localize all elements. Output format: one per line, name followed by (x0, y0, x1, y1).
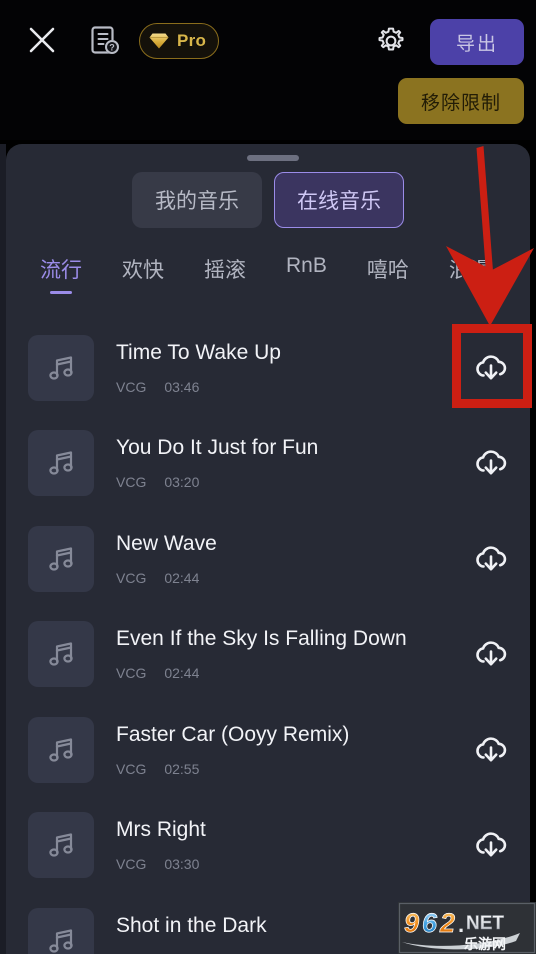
song-info: Mrs Right VCG 03:30 (94, 818, 452, 872)
music-note-icon (28, 812, 94, 879)
song-meta: VCG 02:55 (116, 761, 452, 777)
music-note-icon (28, 716, 94, 783)
cloud-download-icon[interactable] (452, 444, 530, 482)
song-title: New Wave (116, 531, 217, 555)
category-tab-rnb-label: RnB (286, 254, 327, 277)
song-row[interactable]: Mrs Right VCG 03:30 (6, 798, 530, 894)
song-duration: 02:55 (164, 760, 200, 777)
music-note-icon (28, 525, 94, 592)
song-info: Shot in the Dark VCG02:51 (94, 914, 452, 954)
diamond-icon (149, 33, 169, 49)
song-row[interactable]: Faster Car (Ooyy Remix) VCG 02:55 (6, 702, 530, 798)
close-icon[interactable] (26, 24, 58, 56)
song-title: Even If the Sky Is Falling Down (116, 627, 407, 651)
cloud-download-icon[interactable] (452, 349, 530, 387)
song-info: Even If the Sky Is Falling Down VCG 02:44 (94, 627, 452, 681)
song-row[interactable]: Shot in the Dark VCG02:51 (6, 893, 530, 954)
tab-online-music-label: 在线音乐 (297, 190, 381, 213)
cloud-download-icon[interactable] (452, 731, 530, 769)
category-tab-rock-label: 摇滚 (204, 259, 246, 282)
category-tab-rnb[interactable]: RnB (286, 254, 327, 288)
category-tab-group: 流行 欢快 摇滚 RnB 嘻哈 浪漫 伤感 (6, 254, 530, 302)
song-meta: VCG 02:44 (116, 570, 452, 586)
song-info: You Do It Just for Fun VCG 03:20 (94, 436, 452, 490)
music-picker-panel: 我的音乐 在线音乐 流行 欢快 摇滚 RnB 嘻哈 浪漫 Time To Wak… (6, 144, 530, 954)
remove-limit-button-label: 移除限制 (420, 92, 501, 114)
svg-text:?: ? (109, 43, 115, 53)
tab-my-music-label: 我的音乐 (155, 190, 239, 213)
song-artist: VCG (116, 378, 147, 395)
category-tab-rock[interactable]: 摇滚 (204, 254, 246, 294)
export-button-label: 导出 (455, 33, 498, 55)
song-title: Shot in the Dark (116, 913, 267, 937)
tab-online-music[interactable]: 在线音乐 (274, 172, 404, 228)
song-artist: VCG (116, 474, 147, 491)
music-note-icon (28, 621, 94, 688)
export-button[interactable]: 导出 (430, 19, 524, 65)
drag-handle[interactable] (247, 155, 299, 161)
song-meta: VCG 03:30 (116, 856, 452, 872)
song-artist: VCG (116, 856, 147, 873)
song-artist: VCG (116, 760, 147, 777)
song-list[interactable]: Time To Wake Up VCG 03:46 You Do It Just… (6, 320, 530, 954)
song-title: Time To Wake Up (116, 340, 281, 364)
source-tab-group: 我的音乐 在线音乐 (6, 172, 530, 228)
song-row[interactable]: You Do It Just for Fun VCG 03:20 (6, 416, 530, 512)
song-duration: 03:46 (164, 378, 200, 395)
song-artist: VCG (116, 569, 147, 586)
song-duration: 03:30 (164, 856, 200, 873)
song-row[interactable]: New Wave VCG 02:44 (6, 511, 530, 607)
category-tab-romantic[interactable]: 浪漫 (449, 254, 491, 294)
song-row[interactable]: Even If the Sky Is Falling Down VCG 02:44 (6, 607, 530, 703)
song-info: Faster Car (Ooyy Remix) VCG 02:55 (94, 723, 452, 777)
app-screen: ? Pro 导出 移除限制 我的音乐 在线音乐 流行 欢快 摇滚 RnB 嘻哈 … (0, 0, 536, 954)
song-meta: VCG 03:20 (116, 474, 452, 490)
gear-icon[interactable] (375, 25, 407, 57)
category-tab-upbeat-label: 欢快 (122, 259, 164, 282)
song-duration: 02:44 (164, 665, 200, 682)
song-meta: VCG 03:46 (116, 379, 452, 395)
pro-badge[interactable]: Pro (139, 23, 220, 59)
category-tab-pop[interactable]: 流行 (40, 254, 82, 294)
cloud-download-icon[interactable] (452, 635, 530, 673)
document-help-icon[interactable]: ? (88, 23, 122, 57)
cloud-download-icon[interactable] (452, 826, 530, 864)
tab-my-music[interactable]: 我的音乐 (132, 172, 262, 228)
song-row[interactable]: Time To Wake Up VCG 03:46 (6, 320, 530, 416)
song-duration: 02:44 (164, 569, 200, 586)
cloud-download-icon[interactable] (452, 922, 530, 954)
music-note-icon (28, 430, 94, 497)
category-tab-pop-label: 流行 (40, 259, 82, 282)
music-note-icon (28, 334, 94, 401)
song-info: New Wave VCG 02:44 (94, 532, 452, 586)
song-title: Mrs Right (116, 818, 206, 842)
song-meta: VCG 02:44 (116, 665, 452, 681)
category-tab-upbeat[interactable]: 欢快 (122, 254, 164, 294)
top-toolbar: ? Pro 导出 移除限制 (0, 0, 536, 140)
song-artist: VCG (116, 665, 147, 682)
song-title: You Do It Just for Fun (116, 436, 319, 460)
category-tab-hiphop[interactable]: 嘻哈 (367, 254, 409, 294)
category-tab-romantic-label: 浪漫 (448, 259, 491, 282)
music-note-icon (28, 907, 94, 954)
cloud-download-icon[interactable] (452, 540, 530, 578)
song-info: Time To Wake Up VCG 03:46 (94, 341, 452, 395)
pro-badge-label: Pro (177, 31, 207, 50)
remove-limit-button[interactable]: 移除限制 (398, 78, 524, 124)
song-title: Faster Car (Ooyy Remix) (116, 722, 350, 746)
song-duration: 03:20 (164, 474, 200, 491)
category-tab-hiphop-label: 嘻哈 (366, 259, 409, 282)
